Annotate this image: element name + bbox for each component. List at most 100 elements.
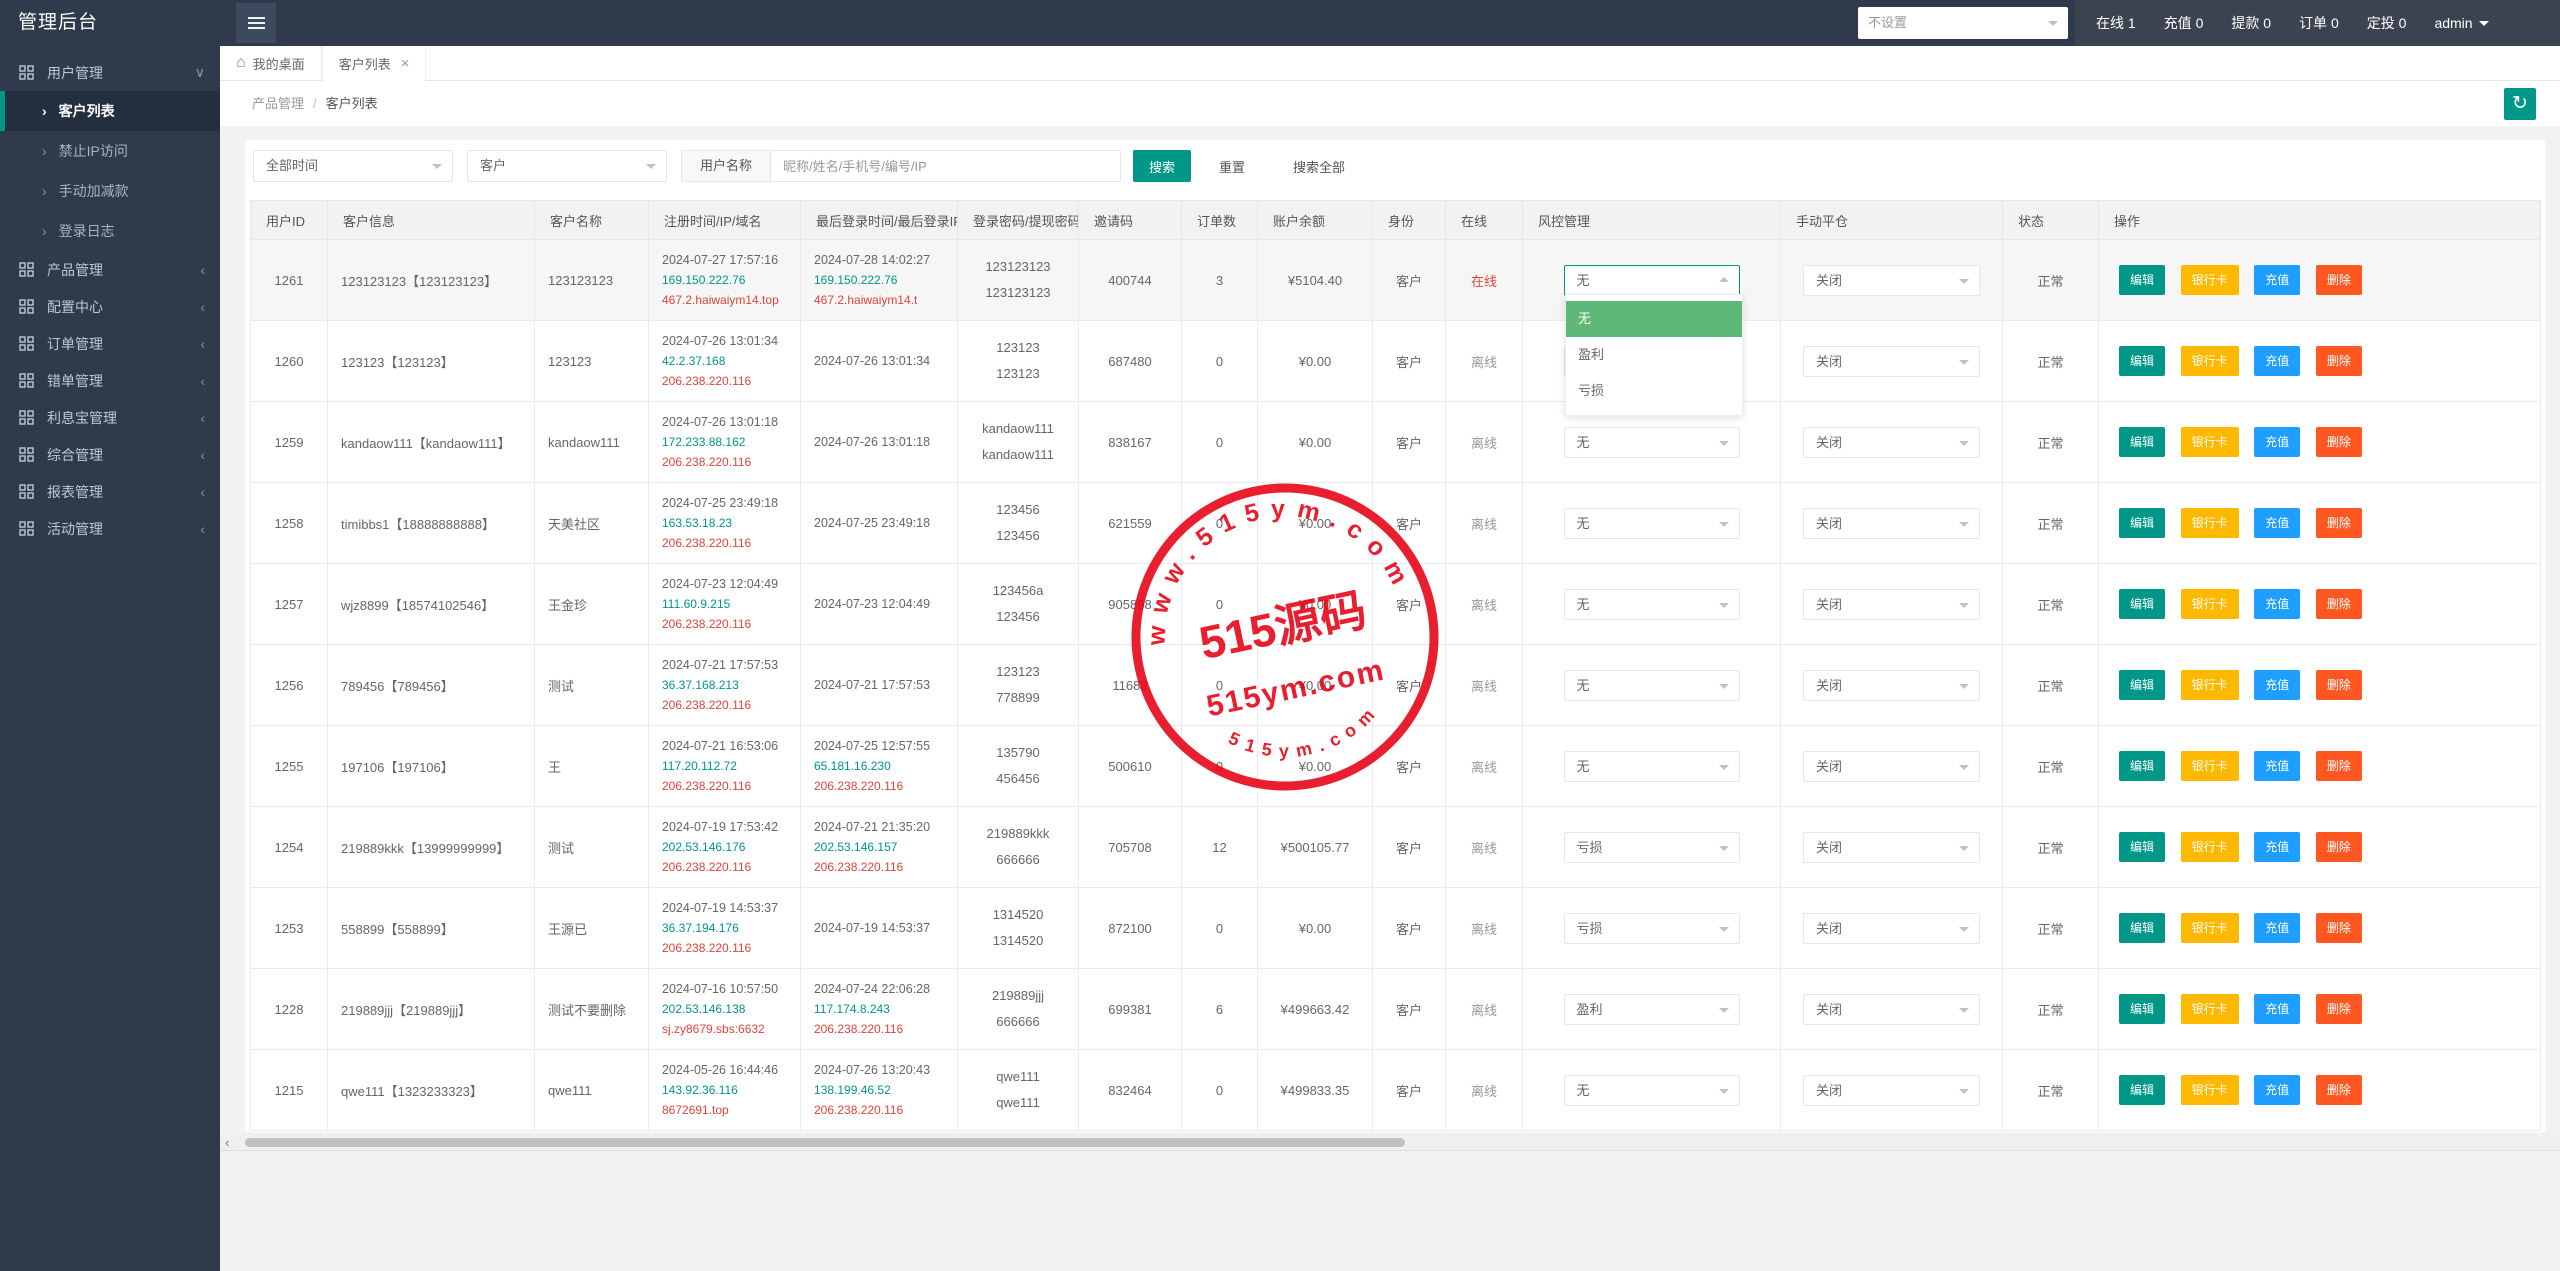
admin-menu[interactable]: admin bbox=[2434, 15, 2489, 31]
refresh-button[interactable]: ↻ bbox=[2504, 88, 2536, 120]
delete-button[interactable]: 删除 bbox=[2315, 832, 2362, 862]
risk-control-select[interactable]: 亏损 bbox=[1563, 912, 1740, 944]
risk-control-select[interactable]: 盈利 bbox=[1563, 993, 1740, 1025]
bank-card-button[interactable]: 银行卡 bbox=[2180, 265, 2239, 295]
sidebar-item[interactable]: › 报表管理 ‹ bbox=[0, 473, 220, 510]
recharge-button[interactable]: 充值 bbox=[2254, 1075, 2301, 1105]
manual-close-select[interactable]: 关闭 bbox=[1803, 345, 1980, 377]
sidebar-item[interactable]: › 产品管理 ‹ bbox=[0, 251, 220, 288]
recharge-button[interactable]: 充值 bbox=[2254, 832, 2301, 862]
risk-control-select[interactable]: 无 bbox=[1563, 1074, 1740, 1106]
search-button[interactable]: 搜索 bbox=[1133, 150, 1192, 182]
sidebar-toggle-button[interactable] bbox=[236, 3, 276, 43]
header-stat[interactable]: 在线 1 bbox=[2096, 13, 2136, 33]
recharge-button[interactable]: 充值 bbox=[2254, 346, 2301, 376]
reset-button[interactable]: 重置 bbox=[1219, 157, 1245, 176]
bank-card-button[interactable]: 银行卡 bbox=[2180, 913, 2239, 943]
horizontal-scrollbar[interactable]: ‹ bbox=[220, 1134, 2560, 1151]
sidebar-item[interactable]: › 手动加减款 bbox=[0, 171, 220, 211]
edit-button[interactable]: 编辑 bbox=[2119, 589, 2166, 619]
recharge-button[interactable]: 充值 bbox=[2254, 265, 2301, 295]
sidebar-item[interactable]: › 用户管理 ∨ bbox=[0, 54, 220, 91]
sidebar-item[interactable]: › 登录日志 bbox=[0, 211, 220, 251]
recharge-button[interactable]: 充值 bbox=[2254, 589, 2301, 619]
bank-card-button[interactable]: 银行卡 bbox=[2180, 994, 2239, 1024]
risk-control-select[interactable]: 亏损 bbox=[1563, 831, 1740, 863]
edit-button[interactable]: 编辑 bbox=[2119, 346, 2166, 376]
recharge-button[interactable]: 充值 bbox=[2254, 913, 2301, 943]
delete-button[interactable]: 删除 bbox=[2315, 913, 2362, 943]
risk-control-select[interactable]: 无 bbox=[1563, 669, 1740, 701]
manual-close-select[interactable]: 关闭 bbox=[1803, 588, 1980, 620]
dropdown-option[interactable]: 亏损 bbox=[1566, 373, 1742, 409]
edit-button[interactable]: 编辑 bbox=[2119, 427, 2166, 457]
edit-button[interactable]: 编辑 bbox=[2119, 1075, 2166, 1105]
sidebar-item[interactable]: › 客户列表 bbox=[0, 91, 220, 131]
risk-control-select[interactable]: 无 bbox=[1563, 426, 1740, 458]
header-stat[interactable]: 订单 0 bbox=[2299, 13, 2339, 33]
delete-button[interactable]: 删除 bbox=[2315, 1075, 2362, 1105]
search-input[interactable] bbox=[771, 150, 1122, 182]
edit-button[interactable]: 编辑 bbox=[2119, 913, 2166, 943]
header-stat[interactable]: 充值 0 bbox=[2164, 13, 2204, 33]
dropdown-option[interactable]: 无 bbox=[1566, 301, 1742, 337]
delete-button[interactable]: 删除 bbox=[2315, 670, 2362, 700]
sidebar-item[interactable]: › 订单管理 ‹ bbox=[0, 325, 220, 362]
manual-close-select[interactable]: 关闭 bbox=[1803, 750, 1980, 782]
sidebar-item[interactable]: › 禁止IP访问 bbox=[0, 131, 220, 171]
manual-close-select[interactable]: 关闭 bbox=[1803, 993, 1980, 1025]
edit-button[interactable]: 编辑 bbox=[2119, 994, 2166, 1024]
delete-button[interactable]: 删除 bbox=[2315, 346, 2362, 376]
dropdown-option[interactable]: 盈利 bbox=[1566, 337, 1742, 373]
scrollbar-thumb[interactable] bbox=[245, 1138, 1405, 1147]
manual-close-select[interactable]: 关闭 bbox=[1803, 831, 1980, 863]
close-icon[interactable]: × bbox=[401, 56, 410, 71]
delete-button[interactable]: 删除 bbox=[2315, 427, 2362, 457]
recharge-button[interactable]: 充值 bbox=[2254, 508, 2301, 538]
edit-button[interactable]: 编辑 bbox=[2119, 832, 2166, 862]
recharge-button[interactable]: 充值 bbox=[2254, 670, 2301, 700]
manual-close-select[interactable]: 关闭 bbox=[1803, 669, 1980, 701]
bank-card-button[interactable]: 银行卡 bbox=[2180, 346, 2239, 376]
tab-customer-list[interactable]: 客户列表 × bbox=[321, 46, 427, 81]
tab-my-desktop[interactable]: ⌂ 我的桌面 bbox=[220, 46, 322, 80]
delete-button[interactable]: 删除 bbox=[2315, 994, 2362, 1024]
header-status-select[interactable]: 不设置 bbox=[1858, 7, 2068, 39]
edit-button[interactable]: 编辑 bbox=[2119, 670, 2166, 700]
bank-card-button[interactable]: 银行卡 bbox=[2180, 832, 2239, 862]
manual-close-select[interactable]: 关闭 bbox=[1803, 912, 1980, 944]
sidebar-item[interactable]: › 利息宝管理 ‹ bbox=[0, 399, 220, 436]
risk-control-select[interactable]: 无 bbox=[1563, 507, 1740, 539]
sidebar-item[interactable]: › 错单管理 ‹ bbox=[0, 362, 220, 399]
manual-close-select[interactable]: 关闭 bbox=[1803, 507, 1980, 539]
bank-card-button[interactable]: 银行卡 bbox=[2180, 508, 2239, 538]
delete-button[interactable]: 删除 bbox=[2315, 508, 2362, 538]
header-stat[interactable]: 提款 0 bbox=[2231, 13, 2271, 33]
bank-card-button[interactable]: 银行卡 bbox=[2180, 670, 2239, 700]
manual-close-select[interactable]: 关闭 bbox=[1803, 264, 1980, 296]
edit-button[interactable]: 编辑 bbox=[2119, 751, 2166, 781]
risk-control-select[interactable]: 无 bbox=[1563, 750, 1740, 782]
header-stat[interactable]: 定投 0 bbox=[2367, 13, 2407, 33]
bank-card-button[interactable]: 银行卡 bbox=[2180, 589, 2239, 619]
bank-card-button[interactable]: 银行卡 bbox=[2180, 427, 2239, 457]
bank-card-button[interactable]: 银行卡 bbox=[2180, 1075, 2239, 1105]
recharge-button[interactable]: 充值 bbox=[2254, 994, 2301, 1024]
sidebar-item[interactable]: › 活动管理 ‹ bbox=[0, 510, 220, 547]
sidebar-item[interactable]: › 配置中心 ‹ bbox=[0, 288, 220, 325]
risk-control-select[interactable]: 无 bbox=[1563, 588, 1740, 620]
delete-button[interactable]: 删除 bbox=[2315, 589, 2362, 619]
user-type-select[interactable]: 客户 bbox=[467, 150, 667, 182]
delete-button[interactable]: 删除 bbox=[2315, 265, 2362, 295]
bank-card-button[interactable]: 银行卡 bbox=[2180, 751, 2239, 781]
search-all-button[interactable]: 搜索全部 bbox=[1293, 157, 1345, 176]
edit-button[interactable]: 编辑 bbox=[2119, 508, 2166, 538]
scroll-left-arrow-icon[interactable]: ‹ bbox=[225, 1135, 229, 1150]
delete-button[interactable]: 删除 bbox=[2315, 751, 2362, 781]
recharge-button[interactable]: 充值 bbox=[2254, 751, 2301, 781]
time-range-select[interactable]: 全部时间 bbox=[253, 150, 453, 182]
manual-close-select[interactable]: 关闭 bbox=[1803, 1074, 1980, 1106]
recharge-button[interactable]: 充值 bbox=[2254, 427, 2301, 457]
manual-close-select[interactable]: 关闭 bbox=[1803, 426, 1980, 458]
risk-control-select[interactable]: 无 bbox=[1563, 264, 1740, 296]
